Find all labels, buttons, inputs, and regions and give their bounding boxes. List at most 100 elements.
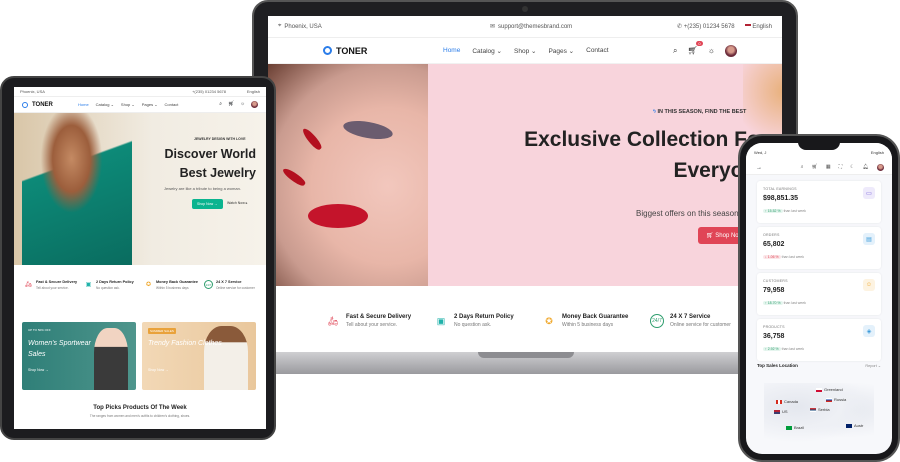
- topbar-phone[interactable]: ✆ +(235) 01234 5678: [677, 23, 735, 30]
- fullscreen-icon[interactable]: ⛶: [839, 164, 843, 171]
- brand-logo[interactable]: TONER: [22, 101, 53, 108]
- bell-icon[interactable]: 🔔︎: [863, 164, 869, 171]
- laptop-screen: ⌖ Phoenix, USA ✉ support@themesbrand.com ✆…: [268, 16, 782, 356]
- map-pin-canada: Canada: [776, 399, 798, 404]
- search-icon[interactable]: ⌕: [801, 164, 804, 171]
- user-avatar[interactable]: [725, 44, 737, 57]
- promo-banner-sportwear[interactable]: UP TO 50% OFF Women's Sportwear Sales Sh…: [22, 322, 136, 390]
- back-arrow-icon[interactable]: →: [756, 165, 762, 171]
- menu-pages[interactable]: Pages ⌄: [548, 47, 574, 55]
- tablet-screen: Phoenix, USA +(235) 01234 5678 English T…: [14, 87, 266, 429]
- flag-icon: [810, 407, 816, 412]
- menu-home[interactable]: Home: [443, 47, 460, 55]
- model-nail: [281, 166, 307, 188]
- menu-contact[interactable]: Contact: [586, 47, 608, 55]
- search-icon[interactable]: ⌕: [673, 46, 677, 56]
- map-pin-russia: Russia: [826, 397, 846, 402]
- features-strip: 🛵︎ Fast & Secure Delivery Tell about your…: [268, 286, 782, 356]
- topbar-location: Phoenix, USA: [284, 23, 322, 30]
- watch-now-link[interactable]: Watch Now ▸: [227, 201, 248, 205]
- topbar-location: Phoenix, USA: [20, 89, 45, 94]
- laptop-hinge-notch: [478, 352, 574, 358]
- banner-model-image: [204, 326, 248, 390]
- menu-catalog[interactable]: Catalog ⌄: [96, 102, 114, 107]
- language-selector[interactable]: English: [871, 150, 884, 155]
- language-selector[interactable]: English: [247, 89, 260, 94]
- us-flag-icon: [744, 23, 751, 28]
- user-avatar[interactable]: [877, 164, 884, 171]
- menu-shop[interactable]: Shop ⌄: [514, 47, 536, 55]
- medal-icon: ✪: [145, 282, 152, 289]
- stat-card-orders[interactable]: ORDERS 65,802 ↓ 1.06 % than last week ▤: [757, 227, 881, 269]
- products-icon: ◈: [863, 325, 875, 337]
- apps-icon[interactable]: ▦: [826, 164, 831, 171]
- section-title: Top Picks Products Of The Week: [93, 405, 187, 411]
- cart-icon[interactable]: 🛒︎ 0: [688, 41, 703, 55]
- menu-shop[interactable]: Shop ⌄: [121, 102, 135, 107]
- hero-title: Discover World Best Jewelry: [164, 147, 256, 180]
- delivery-icon: 🛵︎: [24, 282, 33, 289]
- stat-card-earnings[interactable]: TOTAL EARNINGS $98,851.35 ↑ 15.52 % than…: [757, 181, 881, 223]
- laptop-navbar: TONER Home Catalog ⌄ Shop ⌄ Pages ⌄ Cont…: [268, 38, 782, 64]
- tablet-features-strip: 🛵︎ Fast & Secure Delivery Tell about your …: [14, 265, 266, 305]
- medal-icon: ✪: [545, 315, 553, 326]
- user-avatar[interactable]: [251, 101, 258, 108]
- brand-logo[interactable]: TONER: [323, 46, 367, 56]
- feature-item: ✪ Money Back Guarantee Within 5 business …: [542, 314, 650, 328]
- menu-pages[interactable]: Pages ⌄: [142, 102, 158, 107]
- hero-subtitle: Jewelry are like a tribute to being a wo…: [164, 186, 241, 191]
- support-247-icon: 24/7: [650, 314, 664, 328]
- logo-icon: [22, 101, 28, 108]
- laptop-topbar: ⌖ Phoenix, USA ✉ support@themesbrand.com ✆…: [268, 16, 782, 38]
- topbar-phone[interactable]: +(235) 01234 5678: [192, 89, 226, 94]
- map-pin-us: US: [774, 409, 788, 414]
- topbar-email[interactable]: support@themesbrand.com: [498, 24, 572, 30]
- date-label: Wed, J: [754, 149, 767, 155]
- map-pin-greenland: Greenland: [816, 387, 843, 392]
- hero-banner: ϟ IN THIS SEASON, FIND THE BEST Exclusiv…: [268, 64, 782, 286]
- stat-card-customers[interactable]: CUSTOMERS 79,958 ↑ 18.70 % than last wee…: [757, 273, 881, 315]
- world-map: Greenland Canada Russia US Serbia Brazil…: [764, 383, 874, 443]
- feature-item: 🛵︎ Fast & Secure Delivery Tell about your…: [327, 314, 412, 328]
- location-pin-icon: ⌖: [278, 23, 282, 29]
- feature-item: 24/7 24 X 7 Service Online service for cus…: [204, 280, 255, 290]
- main-menu: Home Catalog ⌄ Shop ⌄ Pages ⌄ Contact: [78, 102, 178, 107]
- section-subtitle: The ranges from women and men's outfits …: [89, 414, 191, 418]
- cart-icon: 🛒︎: [706, 233, 714, 239]
- theme-toggle-icon[interactable]: ☾: [850, 164, 854, 171]
- hero-model-image: [22, 113, 132, 265]
- language-selector[interactable]: English: [744, 23, 772, 30]
- map-pin-brazil: Brazil: [786, 425, 804, 430]
- mail-icon: ✉: [490, 24, 496, 30]
- model-nail: [300, 126, 324, 152]
- phone-screen: Wed, J English → ⌕ 🛒︎ ▦ ⛶ ☾ 🔔︎ TOTAL EAR…: [746, 143, 892, 454]
- model-eye: [341, 117, 395, 143]
- cart-icon[interactable]: 🛒︎: [812, 164, 818, 171]
- shop-now-button[interactable]: Shop Now →: [192, 199, 223, 209]
- stat-card-products[interactable]: PRODUCTS 36,758 ↑ 2.92 % than last week …: [757, 319, 881, 361]
- theme-toggle-icon[interactable]: ☼: [240, 101, 245, 108]
- hero-title: Exclusive Collection For Everyone: [524, 128, 768, 182]
- search-icon[interactable]: ⌕: [219, 101, 222, 108]
- top-sales-location-header: Top Sales Location Report ⌄: [757, 363, 881, 368]
- phone-notch: [798, 140, 840, 150]
- report-dropdown[interactable]: Report ⌄: [865, 363, 881, 368]
- cart-icon[interactable]: 🛒︎: [228, 101, 234, 108]
- top-picks-section: Top Picks Products Of The Week The range…: [14, 405, 266, 418]
- cart-count-badge: 0: [696, 41, 703, 46]
- laptop-camera: [522, 6, 528, 12]
- support-247-icon: 24/7: [204, 280, 213, 290]
- delivery-icon: 🛵︎: [327, 315, 339, 326]
- promo-banner-fashion[interactable]: SUMMER SALES Trendy Fashion Clothes Shop…: [142, 322, 256, 390]
- flag-icon: [776, 399, 782, 404]
- theme-toggle-icon[interactable]: ☼: [708, 46, 715, 55]
- menu-catalog[interactable]: Catalog ⌄: [472, 47, 502, 55]
- feature-item: ✪ Money Back Guarantee Within 5 business d…: [145, 280, 198, 290]
- menu-home[interactable]: Home: [78, 102, 89, 107]
- hero-subtitle: Biggest offers on this season: [636, 209, 739, 218]
- hero-tagline: JEWELRY DESIGN WITH LOVE: [194, 137, 246, 141]
- menu-contact[interactable]: Contact: [165, 102, 179, 107]
- banner-model-image: [94, 328, 128, 390]
- flag-icon: [786, 425, 792, 430]
- tablet-hero-banner: JEWELRY DESIGN WITH LOVE Discover World B…: [14, 113, 266, 265]
